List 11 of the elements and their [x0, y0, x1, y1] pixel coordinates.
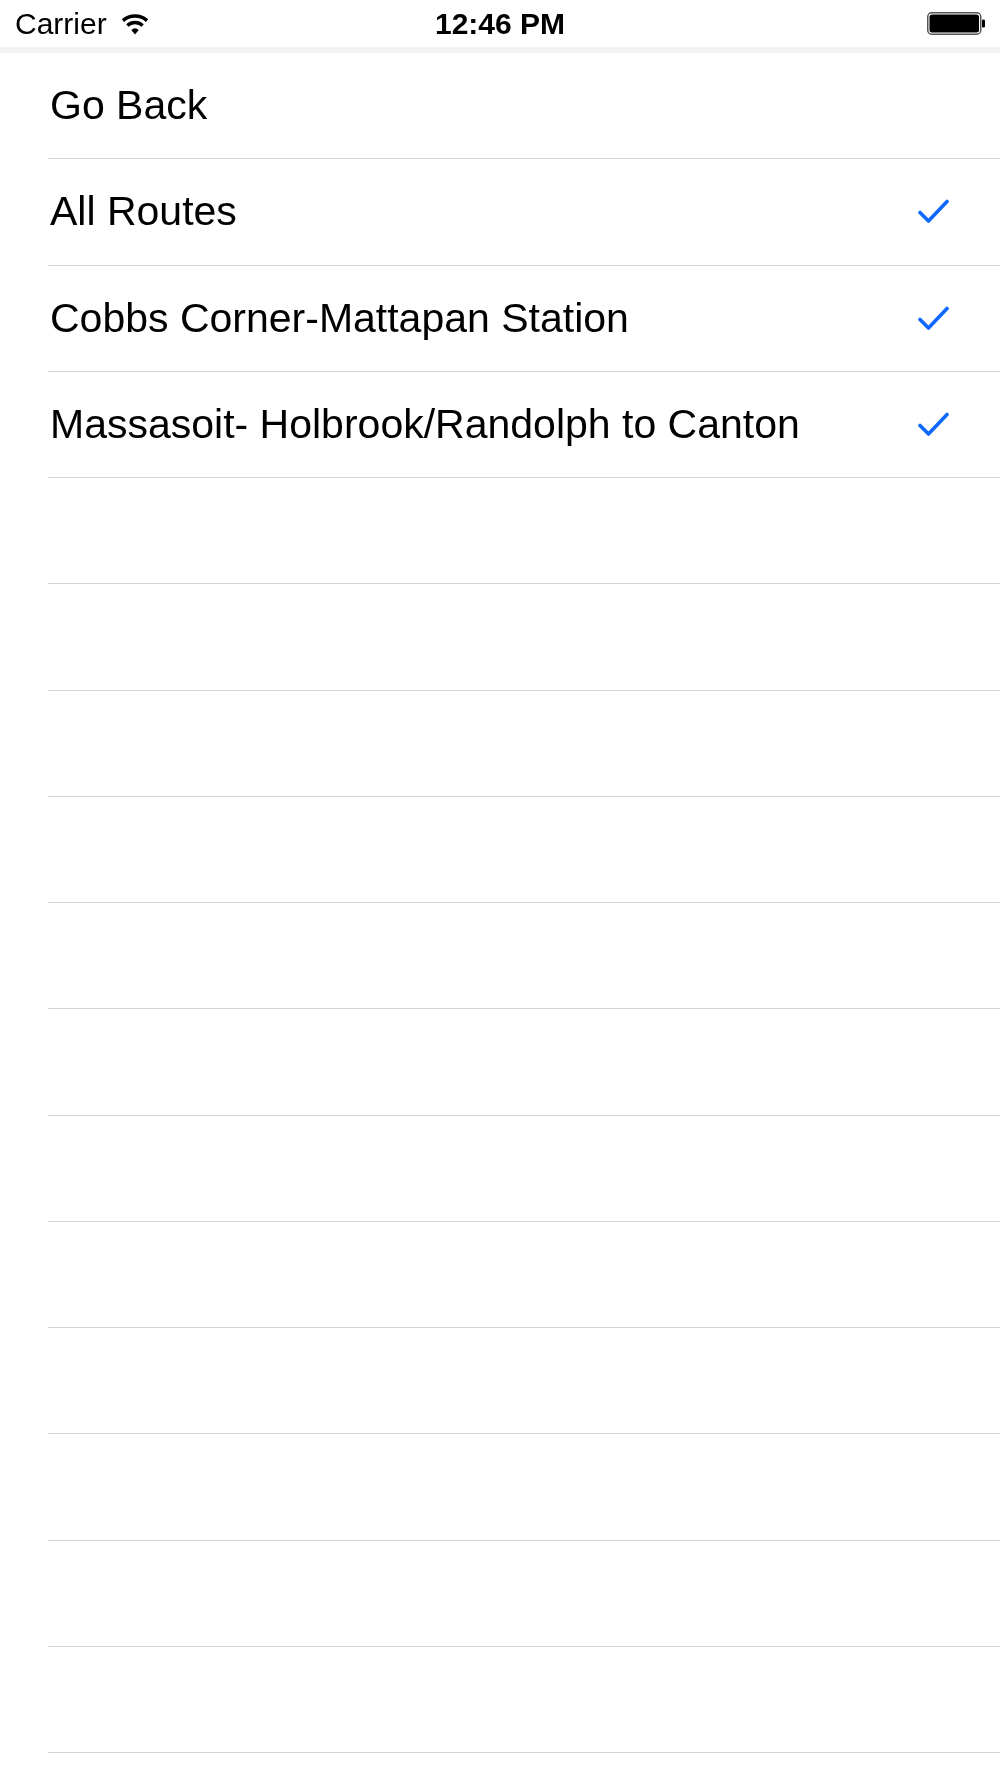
list-row[interactable]: All Routes	[48, 159, 1000, 266]
list-row[interactable]: Cobbs Corner-Mattapan Station	[48, 265, 1000, 372]
list-row[interactable]: Massasoit- Holbrook/Randolph to Canton	[48, 371, 1000, 479]
battery-icon	[927, 12, 985, 35]
checkmark-icon	[918, 411, 949, 437]
status-time: 12:46 PM	[434, 6, 566, 41]
list-row[interactable]: Go Back	[48, 53, 1000, 160]
checkmark-icon	[918, 199, 949, 225]
checkmark-icon	[918, 305, 949, 331]
carrier-name: Carrier	[15, 6, 107, 41]
wifi-icon	[120, 12, 149, 35]
